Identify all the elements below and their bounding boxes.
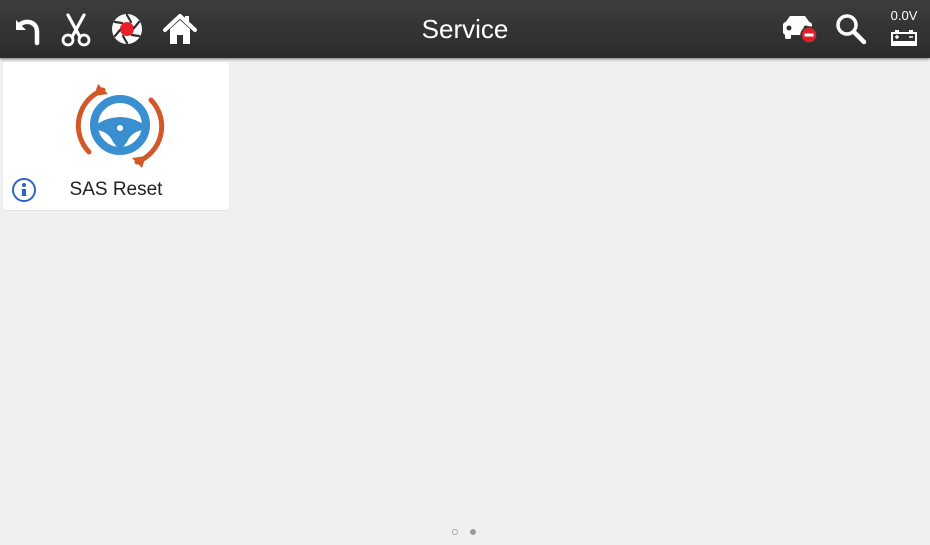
service-screen: Service 0.0V SAS Reset bbox=[0, 0, 930, 545]
search-icon bbox=[836, 14, 867, 45]
record-shutter-icon bbox=[112, 13, 142, 45]
home-icon bbox=[163, 14, 197, 44]
battery-status: 0.0V bbox=[882, 8, 926, 52]
top-toolbar: Service 0.0V bbox=[0, 0, 930, 58]
home-button[interactable] bbox=[160, 9, 200, 49]
sas-reset-info-button[interactable] bbox=[11, 177, 37, 203]
steering-wheel-reset-icon bbox=[75, 84, 165, 168]
scissors-icon bbox=[61, 13, 91, 47]
info-icon bbox=[12, 178, 36, 202]
search-button[interactable] bbox=[831, 9, 871, 49]
vehicle-status-button[interactable] bbox=[779, 9, 819, 49]
battery-voltage: 0.0V bbox=[890, 8, 918, 23]
record-button[interactable] bbox=[107, 9, 147, 49]
function-label: SAS Reset bbox=[69, 179, 163, 200]
back-arrow-icon bbox=[16, 19, 40, 46]
function-tile-sas-reset[interactable]: SAS Reset bbox=[3, 62, 229, 210]
back-button[interactable] bbox=[6, 9, 46, 49]
page-indicator bbox=[450, 528, 480, 538]
battery-icon bbox=[891, 30, 917, 46]
cut-button[interactable] bbox=[56, 9, 96, 49]
page-dot-1[interactable] bbox=[452, 529, 458, 535]
page-dot-2[interactable] bbox=[470, 529, 476, 535]
vehicle-disconnected-icon bbox=[783, 16, 818, 44]
